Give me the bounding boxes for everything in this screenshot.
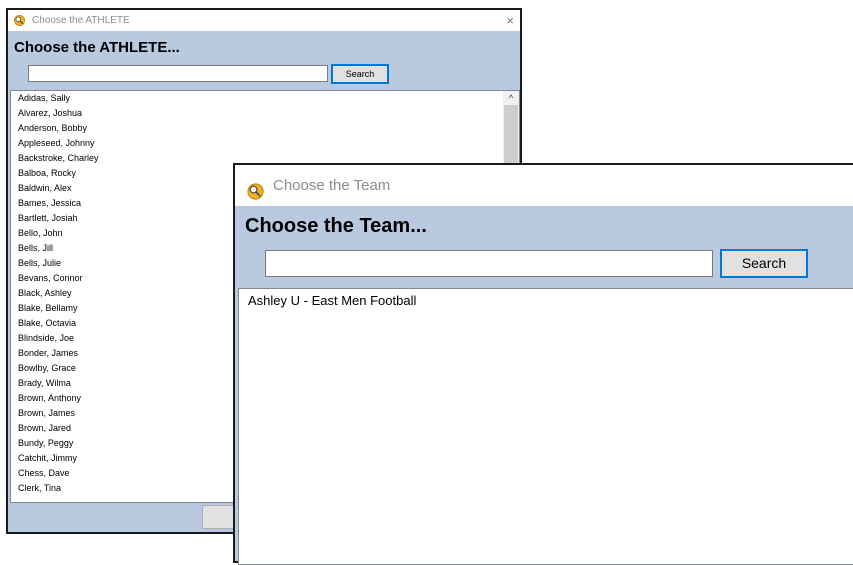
team-search-button[interactable]: Search <box>720 249 808 278</box>
athlete-search-input[interactable] <box>28 65 328 82</box>
magnifier-app-icon <box>246 176 265 200</box>
team-list-item[interactable]: Ashley U - East Men Football <box>239 291 853 311</box>
team-search-input[interactable] <box>265 250 713 277</box>
athlete-list-item[interactable]: Appleseed, Johnny <box>11 136 519 151</box>
athlete-list-item[interactable]: Anderson, Bobby <box>11 121 519 136</box>
athlete-list-item[interactable]: Adidas, Sally <box>11 91 519 106</box>
team-title-bar[interactable]: Choose the Team <box>235 165 853 206</box>
team-window-title: Choose the Team <box>273 177 391 194</box>
athlete-window-title: Choose the ATHLETE <box>32 15 130 26</box>
team-list[interactable]: Ashley U - East Men Football <box>238 288 853 565</box>
athlete-title-bar[interactable]: Choose the ATHLETE × <box>8 10 520 31</box>
scroll-up-icon[interactable]: ^ <box>503 91 519 105</box>
team-heading: Choose the Team... <box>245 215 427 237</box>
scroll-thumb[interactable] <box>504 105 518 163</box>
athlete-search-button[interactable]: Search <box>331 64 389 84</box>
magnifier-app-icon <box>13 14 26 27</box>
close-icon[interactable]: × <box>506 10 514 31</box>
athlete-list-item[interactable]: Alvarez, Joshua <box>11 106 519 121</box>
athlete-heading: Choose the ATHLETE... <box>14 39 180 56</box>
choose-team-dialog: Choose the Team Choose the Team... Searc… <box>233 163 853 565</box>
